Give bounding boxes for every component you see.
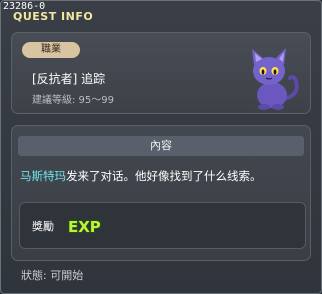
quest-info-window: 23286-0 QUEST INFO 職業 [反抗者] 追踪 建議等級: 95～… — [0, 0, 322, 294]
reward-box: 獎勵 EXP — [19, 202, 306, 249]
reward-label: 獎勵 — [32, 220, 54, 233]
job-badge: 職業 — [22, 42, 80, 58]
npc-name: 马斯特玛 — [20, 169, 66, 183]
recommended-level: 建議等級: 95～99 — [32, 95, 114, 106]
exp-icon: EXP — [67, 217, 101, 236]
content-header: 內容 — [18, 136, 304, 156]
exp-icon-text: EXP — [68, 218, 101, 236]
job-name: [反抗者] 追踪 — [32, 72, 106, 86]
quest-description: 马斯特玛发来了对话。他好像找到了什么线索。 — [20, 168, 306, 184]
purple-cat-icon — [252, 48, 299, 110]
quest-message: 发来了对话。他好像找到了什么线索。 — [66, 169, 262, 183]
content-panel: 內容 马斯特玛发来了对话。他好像找到了什么线索。 獎勵 EXP — [11, 125, 311, 261]
job-panel: 職業 [反抗者] 追踪 建議等級: 95～99 — [11, 32, 311, 114]
quest-status: 狀態: 可開始 — [21, 269, 84, 282]
window-title: QUEST INFO — [13, 10, 94, 23]
